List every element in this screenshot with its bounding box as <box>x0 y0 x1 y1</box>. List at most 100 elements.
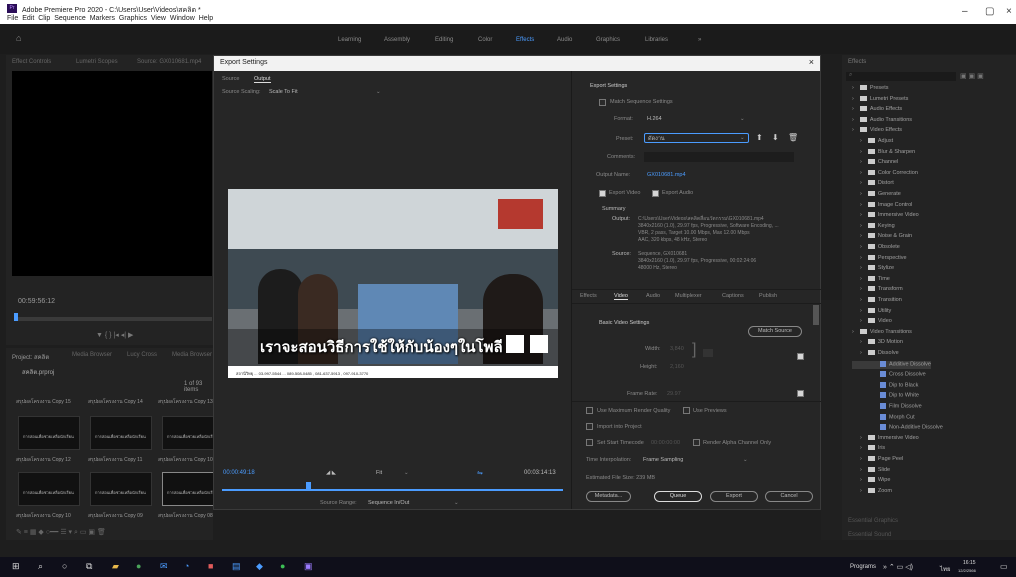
in-out-marks[interactable]: ◢ ◣ <box>326 470 336 476</box>
chevron-down-icon[interactable]: ⌄ <box>740 135 745 141</box>
effects-folder-item[interactable]: › Video Transitions <box>852 329 912 337</box>
project-toolbar[interactable]: ✎ ≡ ▦ ◆ ○━━ ☰ ▾ ⌕ ▭ ▣ 🗑 <box>16 528 106 537</box>
import-project-checkbox[interactable] <box>586 423 593 430</box>
chevron-right-icon[interactable]: › <box>852 96 854 102</box>
notifications-icon[interactable]: ▭ <box>1000 562 1008 571</box>
effects-preset-item[interactable]: Dip to White <box>852 392 919 400</box>
clip-thumbnail[interactable]: การสอนเพื่อช่วยเหลือนักเรียน <box>18 472 80 506</box>
cancel-button[interactable]: Cancel <box>765 491 813 502</box>
effects-folder-item[interactable]: › Perspective <box>852 255 907 263</box>
tab-media-browser-2[interactable]: Media Browser <box>172 352 212 358</box>
effects-preset-item[interactable]: Morph Cut <box>852 413 915 422</box>
effects-folder-item[interactable]: › Channel <box>852 159 898 167</box>
chevron-right-icon[interactable]: › <box>852 127 854 133</box>
chevron-right-icon[interactable]: › <box>860 223 862 229</box>
store-icon[interactable]: ▤ <box>232 561 241 572</box>
chevron-right-icon[interactable]: › <box>852 106 854 112</box>
menu-bar[interactable]: File Edit Clip Sequence Markers Graphics… <box>7 15 213 22</box>
chevron-down-icon[interactable]: ⌄ <box>740 116 745 122</box>
width-value[interactable]: 3,840 <box>670 346 684 352</box>
effects-preset-item[interactable]: Dip to Black <box>852 381 918 390</box>
mail-icon[interactable]: ✉ <box>160 561 168 572</box>
windows-start-icon[interactable]: ⊞ <box>12 561 20 572</box>
close-icon[interactable]: × <box>1006 6 1012 17</box>
chevron-right-icon[interactable]: › <box>860 467 862 473</box>
workspace-libraries[interactable]: Libraries <box>645 37 668 43</box>
out-point-timecode[interactable]: 00:03:14:13 <box>524 470 556 476</box>
export-range-bar[interactable] <box>222 489 563 491</box>
chevron-right-icon[interactable]: › <box>860 276 862 282</box>
save-preset-icon[interactable]: ⬆ <box>756 133 763 142</box>
basic-video-header[interactable]: Basic Video Settings <box>599 320 649 326</box>
chevron-right-icon[interactable]: › <box>860 297 862 303</box>
effects-folder-item[interactable]: › Stylize <box>852 265 894 273</box>
in-point-timecode[interactable]: 00:00:49:18 <box>223 470 255 476</box>
workspace-graphics[interactable]: Graphics <box>596 37 620 43</box>
height-value[interactable]: 2,160 <box>670 364 684 370</box>
workspace-audio[interactable]: Audio <box>557 37 572 43</box>
chevron-right-icon[interactable]: › <box>860 233 862 239</box>
effects-folder-item[interactable]: › Color Correction <box>852 170 918 178</box>
frame-rate-value[interactable]: 29.97 <box>667 391 681 397</box>
source-scrubber[interactable] <box>14 317 212 321</box>
effects-folder-item[interactable]: › Iris <box>852 445 885 453</box>
queue-button[interactable]: Queue <box>654 491 702 502</box>
source-range-select[interactable]: Sequence In/Out <box>368 500 409 506</box>
source-playhead[interactable] <box>14 313 18 321</box>
export-playhead[interactable] <box>306 482 311 491</box>
time-interpolation-select[interactable]: Frame Sampling <box>643 457 683 463</box>
language-indicator[interactable]: ไทย <box>940 564 951 574</box>
effects-preset-item[interactable]: Film Dissolve <box>852 403 922 411</box>
chevron-right-icon[interactable]: › <box>860 339 862 345</box>
transport-controls[interactable]: ▼ { } |◂ ◂| ▶ <box>96 331 133 339</box>
match-source-button[interactable]: Match Source <box>748 326 802 337</box>
format-select[interactable]: H.264 <box>647 116 662 122</box>
chevron-right-icon[interactable]: › <box>860 170 862 176</box>
chevron-down-icon[interactable]: ⌄ <box>743 457 748 463</box>
effects-folder-item[interactable]: › Video <box>852 318 892 326</box>
chevron-right-icon[interactable]: › <box>860 159 862 165</box>
effects-folder-item[interactable]: › Immersive Video <box>852 212 919 220</box>
tab-effect-controls[interactable]: Effect Controls <box>12 59 51 65</box>
effects-folder-item[interactable]: › Audio Transitions <box>852 117 912 125</box>
minimize-icon[interactable]: – <box>962 6 968 17</box>
clip-thumbnail[interactable]: การสอนเพื่อช่วยเหลือนักเรียน <box>18 416 80 450</box>
chevron-right-icon[interactable]: › <box>860 435 862 441</box>
clock-time[interactable]: 16:15 <box>963 560 976 566</box>
tab-publish[interactable]: Publish <box>759 293 777 299</box>
chevron-right-icon[interactable]: › <box>860 477 862 483</box>
metadata-button[interactable]: Metadata... <box>586 491 631 502</box>
browser-icon[interactable]: ● <box>136 561 141 571</box>
comments-input[interactable] <box>644 152 794 162</box>
effects-preset-item[interactable]: Additive Dissolve <box>852 360 931 369</box>
clip-thumbnail[interactable]: การสอนเพื่อช่วยเหลือนักเรียน <box>90 416 152 450</box>
app-icon[interactable]: ■ <box>208 561 213 571</box>
tab-lucy-cross[interactable]: Lucy Cross <box>127 352 157 358</box>
effects-folder-item[interactable]: › Obsolete <box>852 244 900 252</box>
chevron-right-icon[interactable]: › <box>860 308 862 314</box>
chevron-right-icon[interactable]: › <box>852 117 854 123</box>
tab-output-preview[interactable]: Output <box>254 76 271 83</box>
tab-multiplexer[interactable]: Multiplexer <box>675 293 702 299</box>
effects-preset-item[interactable]: Non-Additive Dissolve <box>852 424 943 432</box>
effects-folder-item[interactable]: › Zoom <box>852 488 892 496</box>
effects-folder-item[interactable]: › Distort <box>852 180 894 188</box>
workspace-effects[interactable]: Effects <box>516 37 534 43</box>
chevron-right-icon[interactable]: › <box>860 265 862 271</box>
cortana-icon[interactable]: ○ <box>62 561 67 571</box>
export-video-checkbox[interactable] <box>599 190 606 197</box>
effects-folder-item[interactable]: › Blur & Sharpen <box>852 149 915 157</box>
effects-folder-item[interactable]: › Lumetri Presets <box>852 96 908 104</box>
chevron-right-icon[interactable]: › <box>860 255 862 261</box>
chevron-right-icon[interactable]: › <box>860 191 862 197</box>
start-timecode-value[interactable]: 00:00:00:00 <box>651 440 680 446</box>
effects-search-input[interactable] <box>846 72 956 81</box>
chevron-right-icon[interactable]: › <box>860 318 862 324</box>
workspace-learning[interactable]: Learning <box>338 37 361 43</box>
chevron-right-icon[interactable]: › <box>860 149 862 155</box>
task-view-icon[interactable]: ⧉ <box>86 561 92 572</box>
tab-captions[interactable]: Captions <box>722 293 744 299</box>
file-explorer-icon[interactable]: ▰ <box>112 561 119 572</box>
import-preset-icon[interactable]: ⬇ <box>772 133 779 142</box>
chevron-right-icon[interactable]: › <box>852 329 854 335</box>
